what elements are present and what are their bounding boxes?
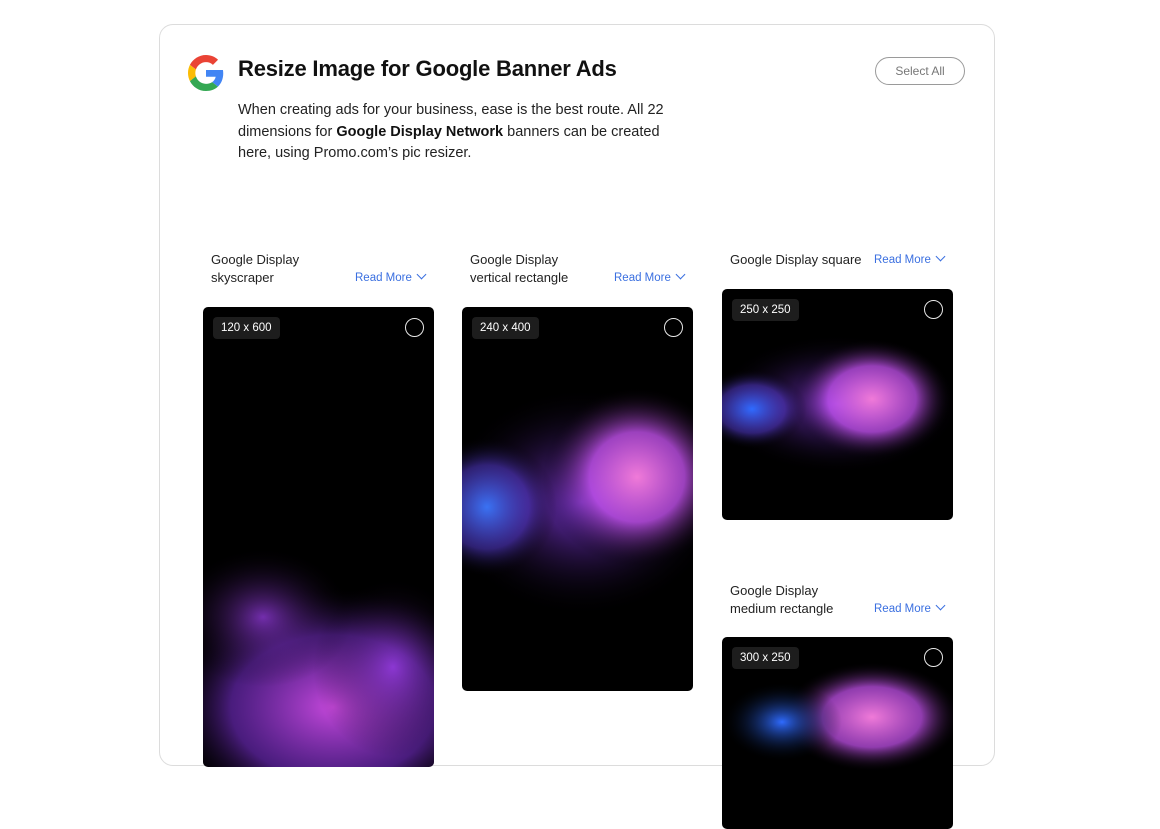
chevron-down-icon	[935, 251, 946, 262]
select-all-button[interactable]: Select All	[875, 57, 965, 85]
select-checkbox[interactable]	[664, 318, 683, 337]
size-thumbnail[interactable]: 120 x 600	[203, 307, 434, 767]
size-item-name: Google Display vertical rectangle	[470, 251, 568, 287]
size-item-name-line1: Google Display	[211, 252, 300, 267]
read-more-label: Read More	[874, 603, 931, 615]
read-more-link[interactable]: Read More	[874, 251, 946, 266]
smoke-image	[722, 334, 953, 474]
read-more-label: Read More	[874, 254, 931, 266]
size-item-name-line2: skyscraper	[211, 270, 274, 285]
size-badge: 300 x 250	[732, 647, 799, 669]
page-title: Resize Image for Google Banner Ads	[238, 56, 617, 81]
size-item-name-line2: vertical rectangle	[470, 270, 569, 285]
size-item-name-line1: Google Display square	[730, 252, 862, 267]
description-bold: Google Display Network	[336, 123, 504, 140]
resize-card: Resize Image for Google Banner Ads Selec…	[159, 24, 995, 829]
read-more-label: Read More	[355, 272, 412, 284]
google-g-logo-icon	[188, 55, 224, 91]
smoke-image	[203, 547, 434, 767]
chevron-down-icon	[935, 600, 946, 611]
size-thumbnail[interactable]: 300 x 250	[722, 637, 953, 829]
select-checkbox[interactable]	[405, 318, 424, 337]
size-item-square: Google Display square Read More 250 x 25…	[722, 251, 954, 520]
read-more-link[interactable]: Read More	[614, 269, 686, 284]
smoke-image	[462, 387, 693, 617]
size-badge: 240 x 400	[472, 317, 539, 339]
select-checkbox[interactable]	[924, 648, 943, 667]
size-item-name: Google Display skyscraper	[211, 251, 299, 287]
size-item-name-line2: medium rectangle	[730, 601, 834, 616]
size-item-name: Google Display square	[730, 251, 862, 269]
select-checkbox[interactable]	[924, 300, 943, 319]
size-item-medium-rectangle: Google Display medium rectangle Read Mor…	[722, 582, 954, 829]
size-badge: 250 x 250	[732, 299, 799, 321]
size-badge: 120 x 600	[213, 317, 280, 339]
size-item-skyscraper: Google Display skyscraper Read More 120 …	[203, 251, 435, 767]
size-item-vertical-rectangle: Google Display vertical rectangle Read M…	[462, 251, 694, 691]
size-item-name-line1: Google Display	[730, 583, 819, 598]
size-item-name-line1: Google Display	[470, 252, 559, 267]
read-more-link[interactable]: Read More	[874, 600, 946, 615]
chevron-down-icon	[416, 269, 427, 280]
size-thumbnail[interactable]: 250 x 250	[722, 289, 953, 520]
page-description: When creating ads for your business, eas…	[238, 100, 688, 165]
read-more-label: Read More	[614, 272, 671, 284]
size-item-name: Google Display medium rectangle	[730, 582, 833, 618]
chevron-down-icon	[675, 269, 686, 280]
read-more-link[interactable]: Read More	[355, 269, 427, 284]
size-thumbnail[interactable]: 240 x 400	[462, 307, 693, 691]
